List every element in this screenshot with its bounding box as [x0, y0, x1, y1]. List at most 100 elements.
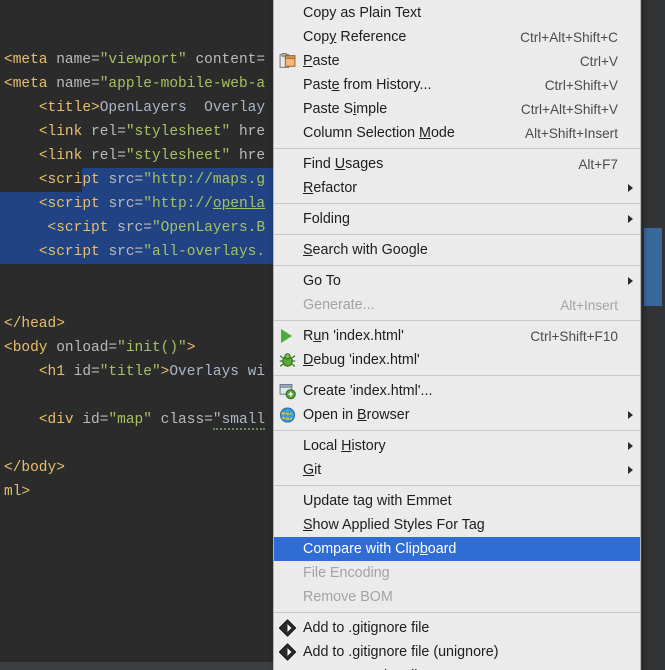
menu-item-shortcut: Alt+Insert [560, 297, 618, 313]
menu-item-add-to-gitignore-file-unignore[interactable]: Add to .gitignore file (unignore) [274, 640, 640, 664]
git-diamond-icon [278, 643, 297, 661]
menu-item-label: Debug 'index.html' [303, 352, 420, 368]
menu-item-local-history[interactable]: Local History [274, 434, 640, 458]
submenu-arrow-icon [628, 277, 633, 285]
menu-item-run-index-html[interactable]: Run 'index.html' Ctrl+Shift+F10 [274, 324, 640, 348]
menu-item-paste-simple[interactable]: Paste Simple Ctrl+Alt+Shift+V [274, 97, 640, 121]
code-token: id= [82, 412, 109, 428]
code-token: "init()" [117, 340, 187, 356]
editor-scrollbar-strip[interactable] [641, 0, 665, 670]
code-token: > [186, 340, 196, 356]
menu-item-label: Git [303, 462, 322, 478]
menu-item-label: Find Usages [303, 156, 384, 172]
menu-item-debug-index-html[interactable]: Debug 'index.html' [274, 348, 640, 372]
menu-item-generate: Generate... Alt+Insert [274, 293, 640, 317]
menu-item-copy-reference[interactable]: Copy Reference Ctrl+Alt+Shift+C [274, 25, 640, 49]
menu-separator [274, 485, 640, 486]
menu-separator [274, 375, 640, 376]
menu-item-label: Folding [303, 211, 350, 227]
menu-item-refactor[interactable]: Refactor [274, 176, 640, 200]
code-token: <script [38, 172, 100, 188]
menu-item-column-selection-mode[interactable]: Column Selection Mode Alt+Shift+Insert [274, 121, 640, 145]
globe-icon [279, 407, 296, 424]
create-config-icon [279, 383, 296, 400]
code-token: content= [195, 52, 266, 68]
menu-item-shortcut: Alt+F7 [578, 156, 618, 172]
code-token: name= [56, 52, 100, 68]
menu-item-search-with-google[interactable]: Search with Google [274, 238, 640, 262]
menu-item-label: Remove BOM [303, 589, 393, 605]
menu-item-use-javascript-library[interactable]: JSUse JavaScript Library [274, 664, 640, 670]
git-diamond-icon [278, 619, 297, 637]
menu-item-create-index-html[interactable]: Create 'index.html'... [274, 379, 640, 403]
code-token: <link [38, 124, 83, 140]
code-token: hre [238, 124, 266, 140]
menu-separator [274, 430, 640, 431]
menu-item-shortcut: Ctrl+Alt+Shift+C [520, 29, 618, 45]
scrollbar-selection-marker [644, 228, 662, 306]
code-token: <script [38, 244, 100, 260]
menu-item-update-tag-with-emmet[interactable]: Update tag with Emmet [274, 489, 640, 513]
menu-separator [274, 234, 640, 235]
menu-separator [274, 265, 640, 266]
menu-item-label: Copy Reference [303, 29, 407, 45]
menu-item-shortcut: Ctrl+V [579, 53, 618, 69]
code-token: "map" [108, 412, 152, 428]
screen: <meta name="viewport" content= <meta name… [0, 0, 665, 670]
menu-separator [274, 612, 640, 613]
code-token: "viewport" [99, 52, 187, 68]
code-token: OpenLayers Overlay [99, 100, 266, 116]
menu-item-compare-with-clipboard[interactable]: Compare with Clipboard [274, 537, 640, 561]
menu-item-label: Copy as Plain Text [303, 5, 422, 21]
submenu-arrow-icon [628, 442, 633, 450]
menu-item-go-to[interactable]: Go To [274, 269, 640, 293]
editor-context-menu[interactable]: Copy as Plain Text Copy Reference Ctrl+Alt… [273, 0, 641, 670]
menu-item-folding[interactable]: Folding [274, 207, 640, 231]
run-icon [281, 329, 292, 343]
code-token: </head> [4, 316, 65, 332]
menu-item-paste[interactable]: Paste Ctrl+V [274, 49, 640, 73]
code-token: <div [38, 412, 74, 428]
code-token: ml> [4, 484, 31, 500]
menu-item-shortcut: Ctrl+Shift+F10 [530, 328, 618, 344]
submenu-arrow-icon [628, 215, 633, 223]
menu-item-open-in-browser[interactable]: Open in Browser [274, 403, 640, 427]
menu-item-shortcut: Ctrl+Alt+Shift+V [520, 101, 618, 117]
menu-item-file-encoding: File Encoding [274, 561, 640, 585]
submenu-arrow-icon [628, 411, 633, 419]
menu-item-add-to-gitignore-file[interactable]: Add to .gitignore file [274, 616, 640, 640]
menu-item-shortcut: Alt+Shift+Insert [525, 125, 618, 141]
editor-bottom-strip [0, 662, 273, 670]
menu-item-paste-from-history[interactable]: Paste from History... Ctrl+Shift+V [274, 73, 640, 97]
menu-item-remove-bom: Remove BOM [274, 585, 640, 609]
code-token: "http://maps.g [143, 172, 266, 188]
submenu-arrow-icon [628, 184, 633, 192]
menu-separator [274, 203, 640, 204]
menu-item-label: Search with Google [303, 242, 428, 258]
paste-icon [279, 53, 296, 70]
code-token: Overlays wi [169, 364, 266, 380]
submenu-arrow-icon [628, 466, 633, 474]
menu-item-find-usages[interactable]: Find Usages Alt+F7 [274, 152, 640, 176]
code-token: "small [212, 412, 266, 430]
code-token: hre [238, 148, 266, 164]
code-token: src= [108, 172, 144, 188]
menu-item-label: Refactor [303, 180, 358, 196]
menu-item-copy-as-plain-text[interactable]: Copy as Plain Text [274, 1, 640, 25]
menu-item-show-applied-styles-for-tag[interactable]: Show Applied Styles For Tag [274, 513, 640, 537]
menu-separator [274, 320, 640, 321]
menu-item-git[interactable]: Git [274, 458, 640, 482]
